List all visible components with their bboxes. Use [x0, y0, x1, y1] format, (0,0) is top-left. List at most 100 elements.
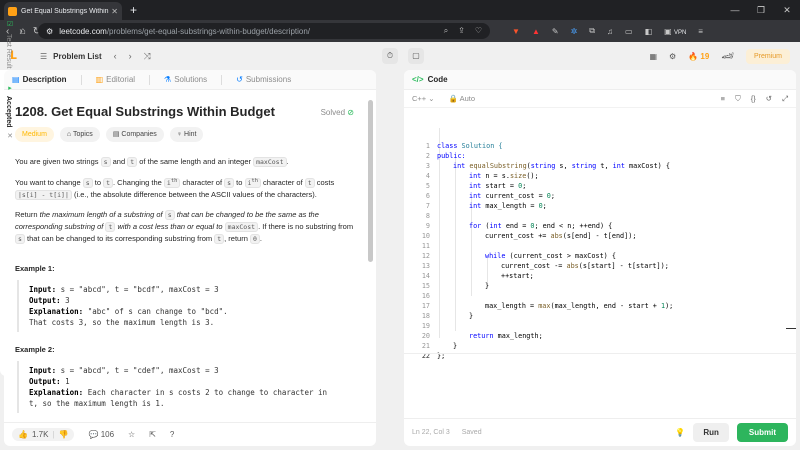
close-tab-icon[interactable]: ✕ — [111, 7, 118, 16]
format-icon[interactable]: ≡ — [721, 94, 725, 104]
layout-icon[interactable]: ▦ — [649, 52, 657, 61]
tab-accepted[interactable]: Accepted — [5, 96, 12, 128]
puzzle-icon[interactable]: ⧉ — [589, 26, 595, 36]
text: to — [94, 178, 101, 188]
line-number: 18 — [421, 312, 430, 320]
code-t: t — [304, 178, 315, 189]
description-scrollbar[interactable] — [368, 100, 373, 262]
token: size — [509, 172, 527, 180]
tab-description[interactable]: ▤ Description — [12, 75, 67, 84]
run-button[interactable]: Run — [693, 423, 729, 442]
brave-shield-icon[interactable]: ▼ — [512, 27, 520, 36]
browser-tab[interactable]: Get Equal Substrings Within Bu ✕ — [4, 2, 122, 20]
extension-icon[interactable]: ✲ — [571, 27, 578, 36]
line-number: 15 — [421, 282, 430, 290]
zoom-icon[interactable]: ⌕ — [444, 26, 448, 36]
prev-problem-icon[interactable]: ‹ — [114, 51, 117, 62]
address-bar[interactable]: ⚙ leetcode.com/problems/get-equal-substr… — [38, 23, 491, 39]
menu-icon[interactable]: ≡ — [698, 27, 703, 36]
line-number: 8 — [425, 212, 430, 220]
settings-icon[interactable]: ⚙ — [669, 52, 676, 61]
site-info-icon[interactable]: ⚙ — [46, 27, 53, 36]
problem-title: 1208. Get Equal Substrings Within Budget — [15, 104, 275, 119]
line-number: 6 — [425, 192, 430, 200]
token: abs — [550, 232, 563, 240]
token: equalSubstring — [469, 162, 527, 170]
cursor-position: Ln 22, Col 3 — [412, 429, 450, 436]
tab-test-result[interactable]: Test Result — [5, 34, 12, 69]
code-line: } — [469, 311, 473, 321]
tab-code[interactable]: Code — [428, 75, 448, 84]
token: return — [469, 332, 494, 340]
tab-editorial[interactable]: ▥ Editorial — [96, 75, 135, 84]
share-icon[interactable]: ⇱ — [149, 430, 156, 439]
url-path: /problems/get-equal-substrings-within-bu… — [106, 26, 311, 36]
like-button[interactable]: 👍 1.7K | 👎 — [12, 428, 75, 441]
vpn-button[interactable]: ▣ VPN — [664, 27, 686, 36]
code-maxcost: maxCost — [224, 222, 259, 233]
value: s = "abcd", t = "bcdf", maxCost = 3 — [60, 285, 219, 295]
braces-icon[interactable]: {} — [751, 94, 756, 104]
code-line: while (current_cost > maxCost) { — [485, 251, 616, 261]
token: max_length; — [493, 332, 543, 340]
extensions-area: ▼ ▲ ✎ ✲ ⧉ ♫ ▭ ◧ ▣ VPN ≡ — [512, 26, 703, 36]
notes-icon[interactable]: ▢ — [408, 48, 424, 64]
expand-icon[interactable]: ⤢ — [782, 94, 788, 104]
code-line: public: — [437, 151, 466, 161]
bookmark-icon[interactable]: ⛉ — [735, 94, 741, 104]
close-window-icon[interactable]: ✕ — [774, 5, 800, 16]
music-icon[interactable]: ♫ — [607, 27, 613, 36]
bookmark-icon[interactable]: ♡ — [475, 26, 482, 36]
building-icon: ▤ — [112, 131, 120, 138]
home-icon[interactable]: ⌂ — [20, 26, 26, 37]
maximize-icon[interactable]: ❐ — [748, 5, 774, 16]
token: int — [469, 182, 482, 190]
thumbs-down-icon[interactable]: 👎 — [59, 430, 69, 439]
help-icon[interactable]: ? — [170, 430, 174, 439]
shuffle-icon[interactable]: ⤨ — [144, 51, 151, 62]
reset-icon[interactable]: ↺ — [766, 94, 772, 104]
close-tab-icon[interactable]: ✕ — [5, 132, 13, 140]
example-2-title: Example 2: — [15, 345, 55, 355]
auto-mode-toggle[interactable]: 🔒 Auto — [449, 94, 475, 103]
like-count: 1.7K — [31, 430, 49, 439]
pen-icon[interactable]: ✎ — [552, 27, 559, 36]
avatar[interactable]: 🏎 — [721, 51, 734, 62]
rewards-icon[interactable]: ▲ — [532, 27, 540, 36]
token: end = — [501, 222, 531, 230]
comments-button[interactable]: 💬 106 — [88, 430, 114, 439]
minimize-icon[interactable]: — — [722, 5, 748, 16]
token: while — [485, 252, 506, 260]
token: } — [485, 282, 490, 290]
code-t: t — [214, 234, 225, 245]
wallet-icon[interactable]: ◧ — [645, 27, 653, 36]
star-icon[interactable]: ☆ — [128, 430, 135, 439]
topics-chip[interactable]: ⌂ Topics — [59, 127, 100, 142]
streak-counter[interactable]: 🔥 19 — [688, 52, 709, 61]
code-s: s — [100, 157, 111, 167]
lightbulb-icon[interactable]: 💡 — [675, 428, 685, 437]
new-tab-icon[interactable]: + — [130, 3, 137, 17]
text: Return — [15, 210, 38, 220]
text: and — [112, 157, 126, 166]
paragraph-3: Return the maximum length of a substring… — [15, 210, 354, 245]
text: with a cost less than or equal to — [117, 222, 223, 232]
code-editor[interactable]: 1 class Solution { 2 public: 3 int equalSub… — [404, 112, 796, 418]
tab-solutions[interactable]: ⚗ Solutions — [164, 75, 207, 84]
language-select[interactable]: C++ ⌄ — [412, 94, 435, 103]
companies-chip[interactable]: ▤ Companies — [105, 127, 164, 142]
sidebar-icon[interactable]: ▭ — [625, 27, 633, 36]
submit-button[interactable]: Submit — [736, 423, 788, 442]
comment-icon: 💬 — [88, 430, 99, 439]
line-number: 7 — [425, 202, 430, 210]
description-footer: 👍 1.7K | 👎 💬 106 ☆ ⇱ ? — [4, 422, 376, 446]
hint-chip[interactable]: ♀ Hint — [169, 127, 204, 142]
premium-button[interactable]: Premium — [745, 48, 790, 64]
problem-list-button[interactable]: ☰ Problem List — [40, 52, 102, 61]
share-icon[interactable]: ⇪ — [458, 26, 465, 36]
next-problem-icon[interactable]: › — [129, 51, 132, 62]
tab-submissions[interactable]: ↺ Submissions — [236, 75, 291, 84]
timer-icon[interactable]: ⏱ — [382, 48, 398, 64]
code-s: s — [82, 178, 93, 189]
code-line: current_cost += abs(s[end] - t[end]); — [485, 231, 636, 241]
